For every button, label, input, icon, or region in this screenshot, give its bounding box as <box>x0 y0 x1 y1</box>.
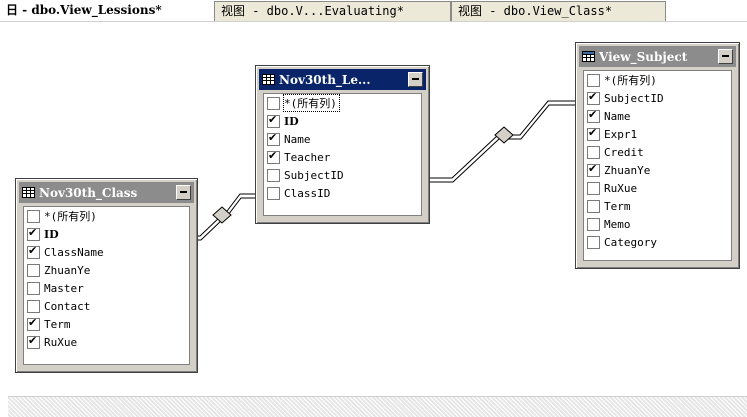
column-checkbox[interactable] <box>587 90 600 105</box>
table-nov30th-class[interactable]: Nov30th_Class *(所有列) ID ClassName ZhuanY… <box>15 178 198 373</box>
column-checkbox[interactable] <box>587 108 600 123</box>
column-row[interactable]: RuXue <box>584 179 731 197</box>
column-checkbox[interactable] <box>27 244 40 259</box>
column-label: Term <box>604 199 631 213</box>
column-checkbox[interactable] <box>27 316 40 331</box>
column-label: ZhuanYe <box>44 263 91 277</box>
diagram-horizontal-scroll-area[interactable] <box>8 396 747 417</box>
column-label: ClassID <box>284 186 331 200</box>
column-list: *(所有列) SubjectID Name Expr1 Credit Zhuan… <box>583 70 732 261</box>
column-label: ID <box>44 227 59 241</box>
column-row[interactable]: Memo <box>584 215 731 233</box>
column-label: RuXue <box>604 181 638 195</box>
column-checkbox[interactable] <box>27 281 40 295</box>
column-label: Name <box>284 132 311 146</box>
column-checkbox[interactable] <box>27 226 40 241</box>
column-row[interactable]: Master <box>24 279 189 297</box>
column-row[interactable]: Name <box>584 107 731 125</box>
table-title: Nov30th_Le... <box>279 72 371 87</box>
column-row[interactable]: *(所有列) <box>264 94 421 112</box>
column-checkbox[interactable] <box>27 334 40 349</box>
column-row[interactable]: Credit <box>584 143 731 161</box>
column-label: ID <box>284 114 299 128</box>
column-row[interactable]: ZhuanYe <box>584 161 731 179</box>
column-row[interactable]: RuXue <box>24 333 189 351</box>
column-checkbox[interactable] <box>267 168 280 182</box>
column-row[interactable]: Name <box>264 130 421 148</box>
column-checkbox[interactable] <box>587 145 600 159</box>
grid-table-icon <box>262 74 275 85</box>
column-label: *(所有列) <box>283 94 340 112</box>
column-label: Expr1 <box>604 127 638 141</box>
column-row[interactable]: *(所有列) <box>584 71 731 89</box>
column-label: *(所有列) <box>44 210 97 223</box>
grid-table-icon <box>22 187 35 198</box>
column-checkbox[interactable] <box>267 149 280 164</box>
column-label: ZhuanYe <box>604 163 651 177</box>
table-title: Nov30th_Class <box>39 185 138 200</box>
column-label: ClassName <box>44 245 104 259</box>
column-checkbox[interactable] <box>587 73 600 87</box>
column-row[interactable]: Term <box>584 197 731 215</box>
column-checkbox[interactable] <box>587 217 600 231</box>
column-label: Contact <box>44 299 91 313</box>
column-row[interactable]: ID <box>24 225 189 243</box>
column-row[interactable]: ClassName <box>24 243 189 261</box>
join-lessons-subject[interactable] <box>428 100 575 183</box>
column-list: *(所有列) ID ClassName ZhuanYe Master Conta… <box>23 206 190 365</box>
column-label: Credit <box>604 145 644 159</box>
minimize-button[interactable] <box>408 72 423 87</box>
column-row[interactable]: ZhuanYe <box>24 261 189 279</box>
column-checkbox[interactable] <box>27 263 40 277</box>
column-row[interactable]: Category <box>584 233 731 251</box>
column-label: Memo <box>604 217 631 231</box>
column-row[interactable]: Teacher <box>264 148 421 166</box>
column-label: Master <box>44 281 84 295</box>
column-checkbox[interactable] <box>587 162 600 177</box>
join-class-lessons[interactable] <box>196 193 255 241</box>
column-checkbox[interactable] <box>27 209 40 223</box>
column-label: RuXue <box>44 335 78 349</box>
column-row[interactable]: SubjectID <box>584 89 731 107</box>
column-row[interactable]: Contact <box>24 297 189 315</box>
table-nov30th-lessons[interactable]: Nov30th_Le... *(所有列) ID Name Teacher Sub… <box>255 65 430 224</box>
column-label: *(所有列) <box>604 74 657 87</box>
column-label: Term <box>44 317 71 331</box>
column-row[interactable]: *(所有列) <box>24 207 189 225</box>
column-label: SubjectID <box>604 91 664 105</box>
column-checkbox[interactable] <box>27 299 40 313</box>
column-checkbox[interactable] <box>267 113 280 128</box>
column-row[interactable]: ClassID <box>264 184 421 202</box>
table-view-subject[interactable]: View_Subject *(所有列) SubjectID Name Expr1… <box>575 42 740 269</box>
column-label: Teacher <box>284 150 331 164</box>
column-checkbox[interactable] <box>587 235 600 249</box>
view-table-icon <box>582 51 595 62</box>
column-list: *(所有列) ID Name Teacher SubjectID ClassID <box>263 93 422 216</box>
column-checkbox[interactable] <box>267 131 280 146</box>
column-label: Category <box>604 235 657 249</box>
minimize-button[interactable] <box>718 49 733 64</box>
table-title: View_Subject <box>599 49 688 64</box>
column-label: Name <box>604 109 631 123</box>
table-titlebar[interactable]: Nov30th_Class <box>19 182 194 203</box>
column-checkbox[interactable] <box>587 126 600 141</box>
column-row[interactable]: Expr1 <box>584 125 731 143</box>
column-checkbox[interactable] <box>267 186 280 200</box>
column-checkbox[interactable] <box>587 199 600 213</box>
table-titlebar[interactable]: View_Subject <box>579 46 736 67</box>
column-checkbox[interactable] <box>587 181 600 195</box>
column-checkbox[interactable] <box>267 96 280 110</box>
column-row[interactable]: SubjectID <box>264 166 421 184</box>
column-row[interactable]: ID <box>264 112 421 130</box>
minimize-button[interactable] <box>176 185 191 200</box>
column-label: SubjectID <box>284 168 344 182</box>
column-row[interactable]: Term <box>24 315 189 333</box>
table-titlebar[interactable]: Nov30th_Le... <box>259 69 426 90</box>
